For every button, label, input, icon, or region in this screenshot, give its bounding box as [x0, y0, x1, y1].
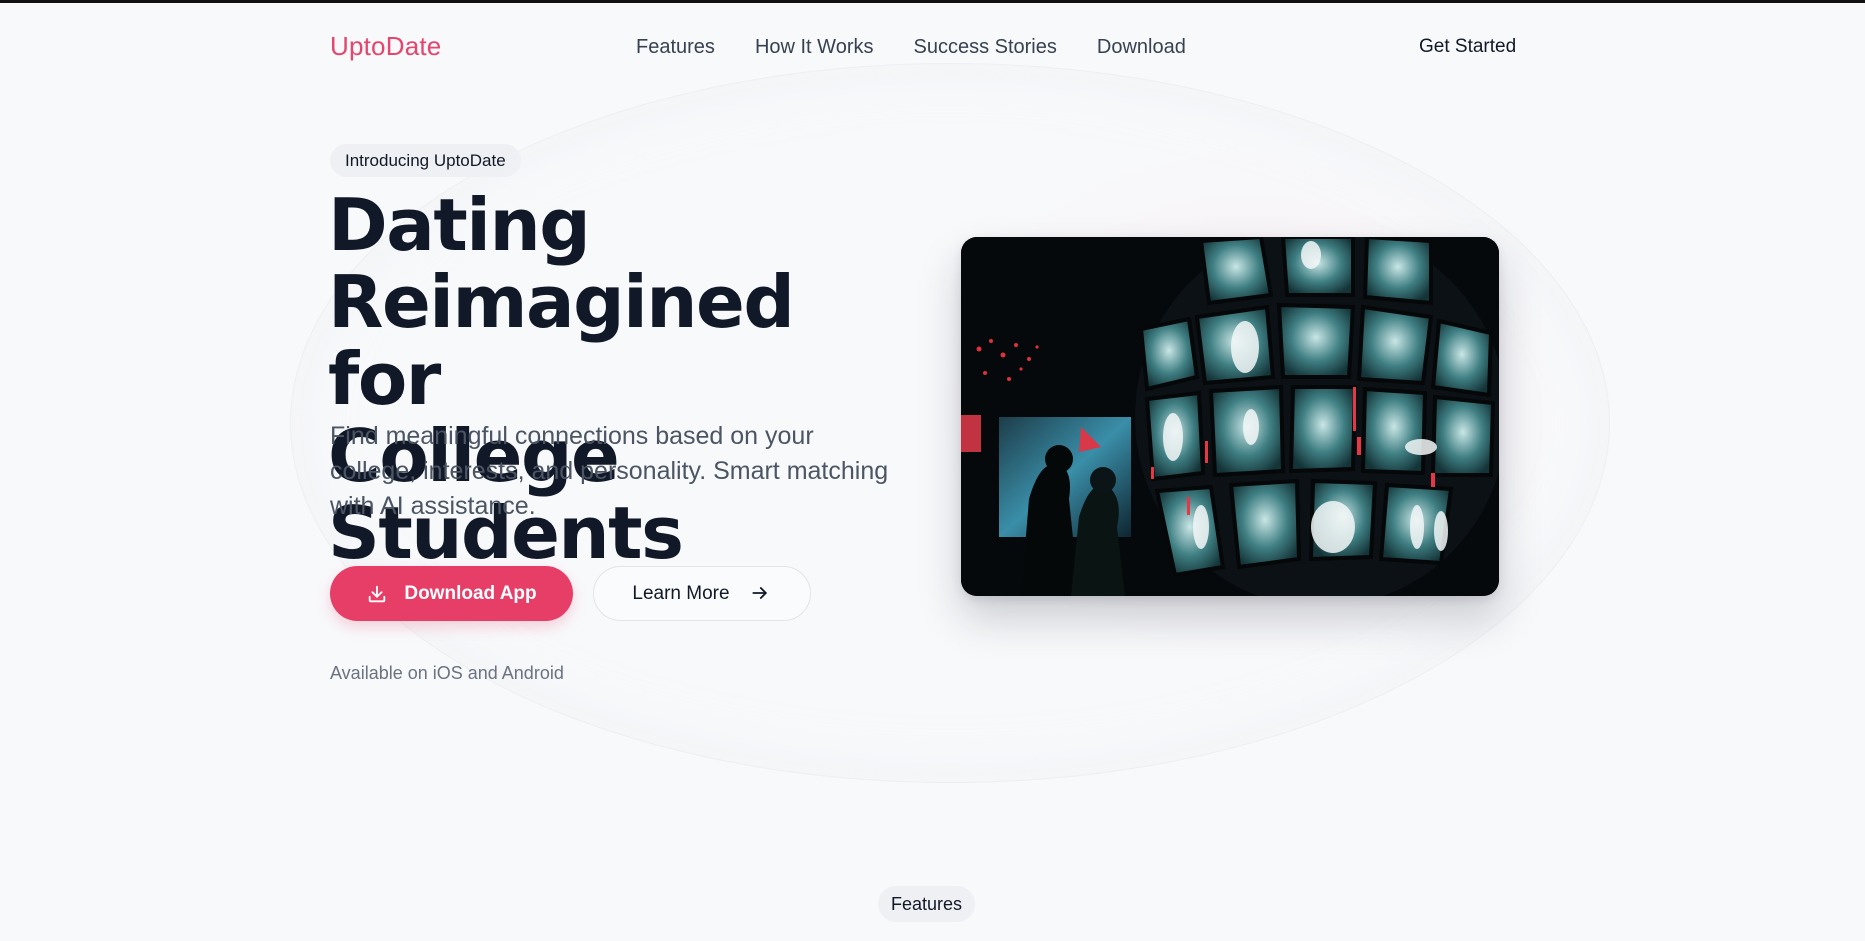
- get-started-button[interactable]: Get Started: [1419, 36, 1516, 58]
- logo[interactable]: UptoDate: [330, 31, 441, 62]
- features-section-label: Features: [878, 886, 976, 922]
- download-icon: [366, 583, 388, 605]
- nav-link-how-it-works[interactable]: How It Works: [755, 36, 874, 59]
- learn-more-label: Learn More: [632, 582, 730, 604]
- nav-link-success-stories[interactable]: Success Stories: [913, 36, 1056, 59]
- hero-image: [961, 237, 1499, 596]
- arrow-right-icon: [750, 583, 772, 605]
- download-app-label: Download App: [404, 582, 537, 604]
- nav-links: Features How It Works Success Stories Do…: [636, 36, 1186, 59]
- intro-badge: Introducing UptoDate: [330, 144, 521, 177]
- hero-subtitle: Find meaningful connections based on you…: [330, 422, 889, 520]
- learn-more-button[interactable]: Learn More: [593, 566, 811, 621]
- nav-link-features[interactable]: Features: [636, 36, 715, 59]
- availability-note: Available on iOS and Android: [330, 663, 564, 683]
- download-app-button[interactable]: Download App: [330, 566, 573, 621]
- nav-link-download[interactable]: Download: [1097, 36, 1186, 59]
- top-nav: UptoDate Features How It Works Success S…: [0, 3, 1865, 91]
- hero-title-line-1: Dating: [328, 183, 591, 267]
- hero-title-line-2: Reimagined for: [328, 260, 795, 421]
